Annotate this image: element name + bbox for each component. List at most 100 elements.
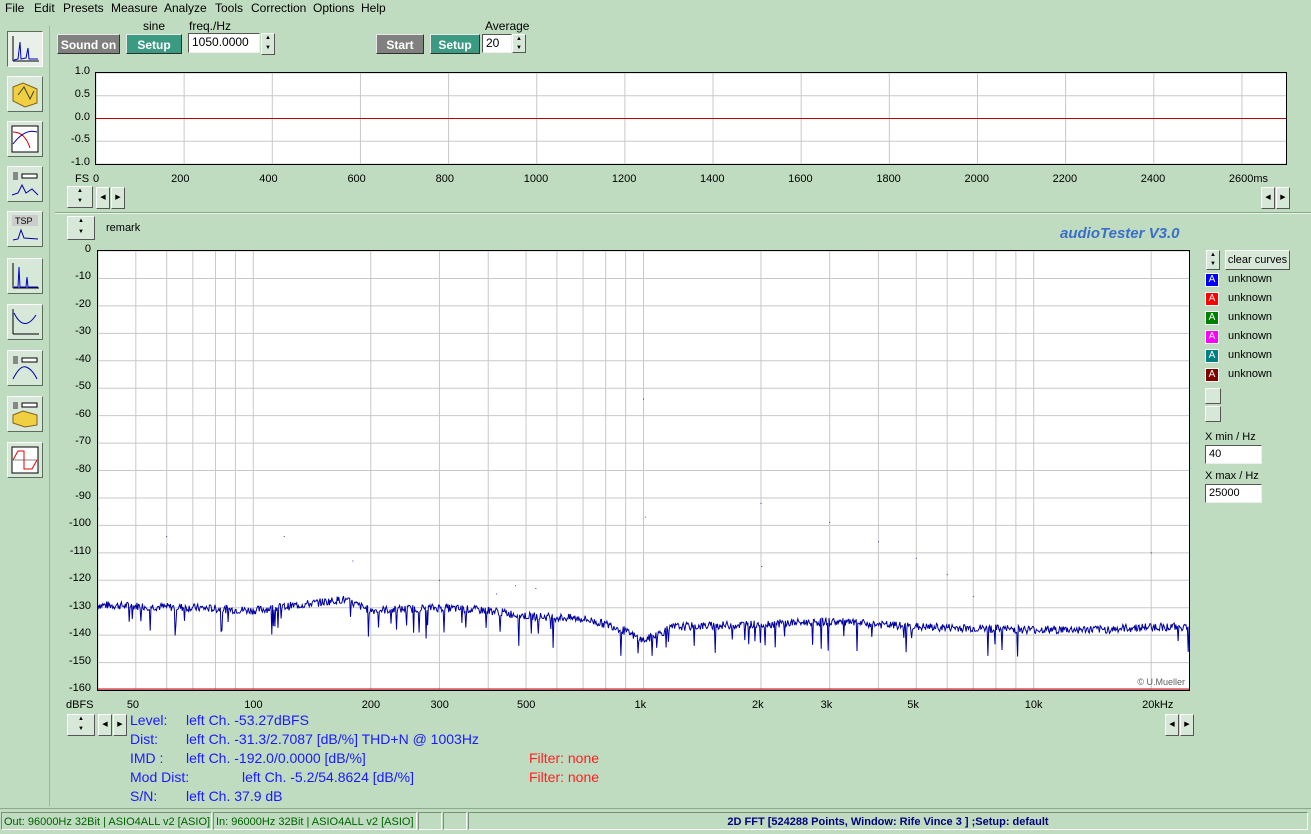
peak-marker <box>761 566 763 568</box>
fft-scroll-left-button-right[interactable]: ◀ <box>1165 714 1179 736</box>
menu-tools[interactable]: Tools <box>215 1 243 15</box>
fft-y-tick: -10 <box>75 270 91 283</box>
x-zoom-spinner[interactable]: ▲ ▼ <box>67 714 95 736</box>
menu-help[interactable]: Help <box>361 1 386 15</box>
sweep-tool-button[interactable] <box>7 76 43 112</box>
speaker-folder-button[interactable] <box>7 396 43 432</box>
left-toolbar: TSP <box>3 26 50 806</box>
legend-label: unknown <box>1228 273 1273 285</box>
menu-presets[interactable]: Presets <box>63 1 104 15</box>
curve-color-swatch[interactable]: A <box>1205 292 1219 306</box>
sn-label: S/N: <box>130 788 158 804</box>
menu-bar: File Edit Presets Measure Analyze Tools … <box>0 0 1311 17</box>
spin-up-icon[interactable]: ▲ <box>68 187 92 197</box>
time-scroll-left-button[interactable]: ◀ <box>96 187 110 209</box>
fft-y-unit: dBFS <box>66 699 94 711</box>
menu-correction[interactable]: Correction <box>251 1 306 15</box>
curve-color-swatch[interactable]: A <box>1205 311 1219 325</box>
fft-scroll-left-button[interactable]: ◀ <box>98 714 112 736</box>
fft-x-tick: 100 <box>244 699 263 711</box>
spin-up-icon[interactable]: ▲ <box>68 715 94 725</box>
start-button[interactable]: Start <box>376 34 424 54</box>
spin-down-icon[interactable]: ▼ <box>68 197 92 207</box>
legend-spinner[interactable]: ▲ ▼ <box>1206 250 1220 270</box>
generator-setup-button[interactable]: Setup <box>126 34 182 54</box>
average-spinner[interactable]: ▲ ▼ <box>512 34 526 53</box>
time-scroll-right-button-right[interactable]: ▶ <box>1276 187 1290 209</box>
status-input-device: In: 96000Hz 32Bit | ASIO4ALL v2 [ASIO] <box>213 812 417 830</box>
speaker-response-button[interactable] <box>7 350 43 386</box>
xmin-label: X min / Hz <box>1205 431 1256 443</box>
clear-curves-button[interactable]: clear curves <box>1225 250 1290 270</box>
xmax-input[interactable]: 25000 <box>1205 484 1262 503</box>
menu-edit[interactable]: Edit <box>34 1 55 15</box>
fft-scroll-right-button[interactable]: ▶ <box>113 714 127 736</box>
tsp-tool-button[interactable]: TSP <box>7 211 43 247</box>
spin-up-icon[interactable]: ▲ <box>1207 251 1219 260</box>
spin-up-icon[interactable]: ▲ <box>513 35 525 44</box>
status-output-device: Out: 96000Hz 32Bit | ASIO4ALL v2 [ASIO] <box>1 812 212 830</box>
fft-y-tick: -70 <box>75 435 91 448</box>
fft-y-tick: -140 <box>68 627 91 640</box>
time-x-tick: 200 <box>171 173 190 185</box>
time-domain-plot[interactable] <box>95 72 1287 165</box>
empty-slot-button[interactable] <box>1205 388 1221 404</box>
frequency-response-button[interactable] <box>7 121 43 157</box>
oscilloscope-button[interactable] <box>7 442 43 478</box>
peak-marker <box>515 585 517 587</box>
fft-spectrum-plot[interactable]: © U.Mueller <box>97 250 1190 691</box>
time-zoom-spinner[interactable]: ▲ ▼ <box>67 186 93 208</box>
frequency-input[interactable]: 1050.0000 <box>188 33 260 53</box>
fft-x-tick: 10k <box>1024 699 1043 711</box>
fft-y-tick: -120 <box>68 572 91 585</box>
time-scroll-left-button-right[interactable]: ◀ <box>1261 187 1275 209</box>
curve-color-swatch[interactable]: A <box>1205 368 1219 382</box>
wave-label: sine <box>143 19 166 33</box>
speaker-test-button[interactable] <box>7 166 43 202</box>
y-zoom-spinner[interactable]: ▲ ▼ <box>67 216 95 240</box>
empty-slot-button[interactable] <box>1205 406 1221 422</box>
spin-down-icon[interactable]: ▼ <box>68 725 94 735</box>
menu-measure[interactable]: Measure <box>111 1 158 15</box>
time-y-tick: 1.0 <box>74 65 90 77</box>
curve-color-swatch[interactable]: A <box>1205 273 1219 287</box>
fft-scroll-right-button-right[interactable]: ▶ <box>1180 714 1194 736</box>
menu-analyze[interactable]: Analyze <box>164 1 207 15</box>
frequency-spinner[interactable]: ▲ ▼ <box>261 33 275 55</box>
legend-label: unknown <box>1228 349 1273 361</box>
xmax-label: X max / Hz <box>1205 470 1259 482</box>
speaker-icon <box>11 172 39 196</box>
peak-marker <box>495 593 497 595</box>
time-y-tick: -1.0 <box>71 156 90 168</box>
dist-label: Dist: <box>130 731 158 747</box>
average-input[interactable]: 20 <box>482 34 512 53</box>
time-x-tick: 1400 <box>700 173 725 185</box>
spin-up-icon[interactable]: ▲ <box>262 34 274 44</box>
spin-down-icon[interactable]: ▼ <box>68 228 94 239</box>
xmin-input[interactable]: 40 <box>1205 445 1262 464</box>
menu-options[interactable]: Options <box>313 1 354 15</box>
sound-on-button[interactable]: Sound on <box>57 34 120 54</box>
menu-file[interactable]: File <box>5 1 24 15</box>
fft-tool-button[interactable] <box>7 31 43 67</box>
imd-filter: Filter: none <box>529 750 600 766</box>
spin-down-icon[interactable]: ▼ <box>1207 260 1219 269</box>
average-label: Average <box>485 19 530 33</box>
harmonic-tool-button[interactable] <box>7 258 43 294</box>
analyzer-setup-button[interactable]: Setup <box>430 34 480 54</box>
impedance-tool-button[interactable] <box>7 304 43 340</box>
copyright-label: © U.Mueller <box>1137 677 1185 687</box>
curve-color-swatch[interactable]: A <box>1205 349 1219 363</box>
spin-up-icon[interactable]: ▲ <box>68 217 94 228</box>
fft-y-tick: -20 <box>75 297 91 310</box>
fft-x-tick: 3k <box>820 699 833 711</box>
fft-x-tick: 1k <box>634 699 647 711</box>
fft-y-tick: -30 <box>75 325 91 338</box>
time-scroll-right-button[interactable]: ▶ <box>111 187 125 209</box>
curve-color-swatch[interactable]: A <box>1205 330 1219 344</box>
time-x-tick: 1200 <box>611 173 637 185</box>
fft-spectrum-icon <box>12 36 39 62</box>
status-empty <box>443 812 467 830</box>
spin-down-icon[interactable]: ▼ <box>513 44 525 53</box>
spin-down-icon[interactable]: ▼ <box>262 44 274 54</box>
